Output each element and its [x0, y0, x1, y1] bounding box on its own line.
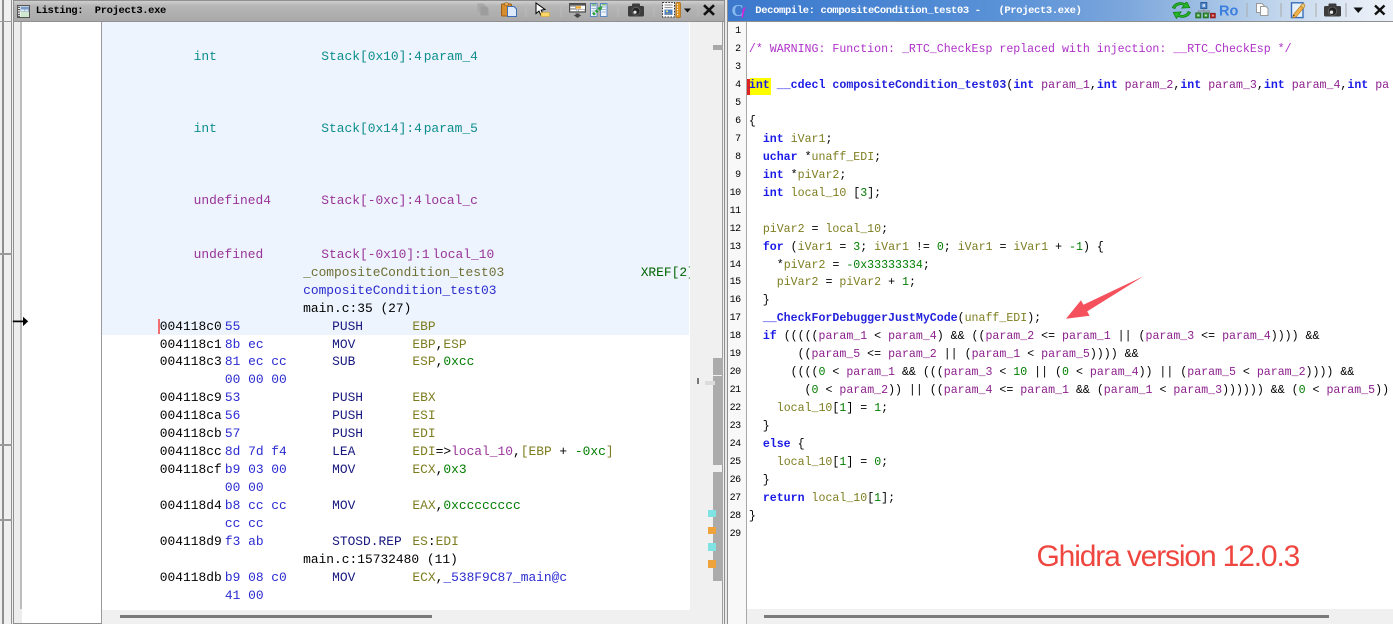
svg-text:Ro: Ro	[1219, 4, 1238, 20]
